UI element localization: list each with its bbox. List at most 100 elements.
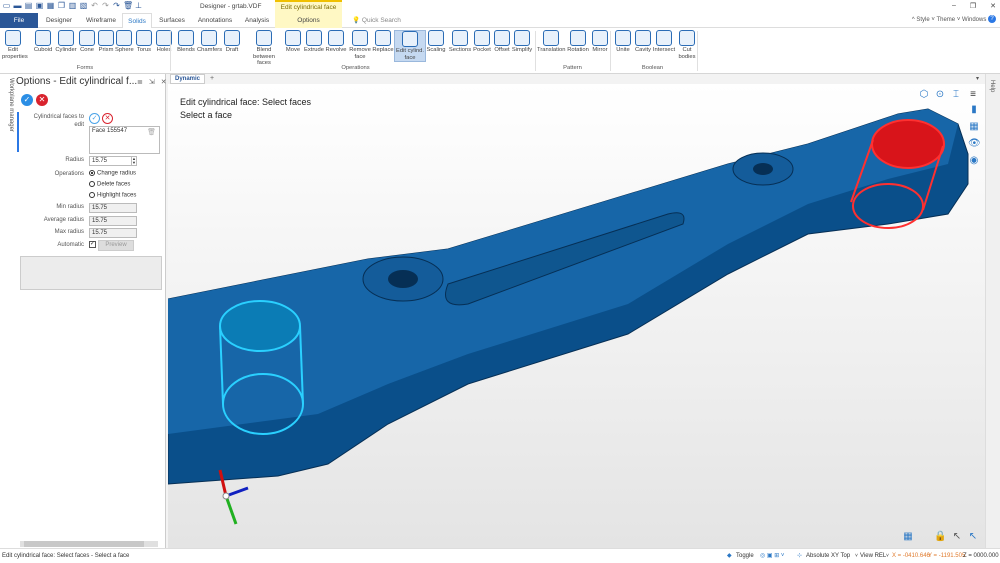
ribbon-button-sections[interactable]: Sections	[448, 30, 472, 54]
preview-button[interactable]: Preview	[98, 240, 134, 251]
ribbon-button-revolve[interactable]: Revolve	[325, 30, 347, 54]
ribbon-button-translation[interactable]: Translation	[537, 30, 565, 54]
zoom-view-icon[interactable]: ⊙	[934, 89, 946, 101]
redo-alt-icon[interactable]: ↷	[112, 1, 121, 11]
ribbon-button-blends[interactable]: Blends	[176, 30, 196, 54]
tab-solids[interactable]: Solids	[122, 13, 152, 28]
help-side-tab[interactable]: Help	[989, 80, 995, 92]
save-all-icon[interactable]: ▤	[24, 1, 33, 11]
pointer-filter-icon[interactable]: ↖	[967, 531, 979, 543]
ribbon-button-unite[interactable]: Unite	[613, 30, 633, 54]
layout-grid-icon[interactable]: ▦	[902, 531, 914, 543]
quick-search[interactable]: 💡 Quick Search	[352, 13, 401, 28]
panel-scrollbar[interactable]	[20, 541, 158, 547]
3d-viewport[interactable]	[167, 84, 985, 548]
print-icon[interactable]: ▦	[46, 1, 55, 11]
close-button[interactable]: ✕	[990, 2, 996, 10]
view-selector[interactable]: View REL	[860, 549, 886, 563]
display-mode-icon[interactable]: ▮	[968, 104, 980, 116]
ribbon-button-edit-cylind-face[interactable]: Edit cylind. face	[394, 30, 426, 62]
radius-input[interactable]: 15.75	[89, 156, 137, 166]
pin-icon[interactable]: ⇲	[149, 78, 155, 86]
minimize-button[interactable]: –	[952, 2, 956, 10]
ribbon-button-extrude[interactable]: Extrude	[303, 30, 325, 54]
hide-icon[interactable]: ◉	[968, 155, 980, 167]
add-tab-icon[interactable]: +	[210, 75, 214, 82]
open-icon[interactable]: ▬	[13, 1, 22, 11]
help-icon[interactable]: ?	[988, 15, 996, 24]
tab-options[interactable]: Options	[275, 13, 342, 28]
ribbon-button-replace[interactable]: Replace	[372, 30, 394, 54]
import-icon[interactable]: ▧	[79, 1, 88, 11]
ribbon-button-torus[interactable]: Torus	[135, 30, 153, 54]
automatic-checkbox[interactable]: ✓	[89, 241, 96, 248]
radius-spinner[interactable]: ▲ ▼	[131, 156, 137, 166]
style-menu[interactable]: ^ Style	[912, 17, 930, 23]
ribbon-button-cuboid[interactable]: Cuboid	[32, 30, 54, 54]
ribbon-button-intersect[interactable]: Intersect	[651, 30, 677, 54]
measure-icon[interactable]: ⊥	[134, 1, 143, 11]
ribbon-button-cylinder[interactable]: Cylinder	[55, 30, 77, 54]
paste-icon[interactable]: ▥	[68, 1, 77, 11]
windows-menu[interactable]: ˅ Windows	[957, 17, 987, 23]
ribbon-button-cone[interactable]: Cone	[78, 30, 96, 54]
ribbon-button-sphere[interactable]: Sphere	[115, 30, 134, 54]
ribbon-button-draft[interactable]: Draft	[223, 30, 241, 54]
ribbon-button-mirror[interactable]: Mirror	[590, 30, 610, 54]
tab-wireframe[interactable]: Wireframe	[80, 13, 122, 28]
ribbon-button-cut-bodies[interactable]: Cut bodies	[677, 30, 697, 60]
select-faces-icon[interactable]: ✓	[89, 113, 100, 124]
undo-icon[interactable]: ↶	[90, 1, 99, 11]
radio-delete-faces[interactable]: Delete faces	[89, 181, 130, 188]
ribbon-button-pocket[interactable]: Pocket	[472, 30, 492, 54]
toggle-button[interactable]: Toggle	[736, 549, 754, 563]
ribbon-button-edit-properties[interactable]: Edit properties	[2, 30, 28, 60]
tab-analysis[interactable]: Analysis	[240, 13, 274, 28]
ribbon-button-blend-between-faces[interactable]: Blend between faces	[247, 30, 281, 67]
clear-faces-icon[interactable]: ✕	[102, 113, 113, 124]
ok-button[interactable]: ✓	[21, 94, 33, 106]
cancel-button[interactable]: ✕	[36, 94, 48, 106]
redo-icon[interactable]: ↷	[101, 1, 110, 11]
save-icon[interactable]: ▣	[35, 1, 44, 11]
ribbon-button-cavity[interactable]: Cavity	[633, 30, 653, 54]
lock-select-icon[interactable]: 🔒	[934, 531, 946, 543]
ribbon-button-move[interactable]: Move	[284, 30, 302, 54]
copy-icon[interactable]: ❐	[57, 1, 66, 11]
new-icon[interactable]: ▭	[2, 1, 11, 11]
visibility-icon[interactable]: 👁	[968, 138, 981, 150]
unite-icon	[615, 30, 631, 46]
panel-close-icon[interactable]: ✕	[161, 78, 167, 86]
delete-icon[interactable]: 🗑	[123, 1, 133, 11]
hamburger-menu-icon[interactable]: ≡	[967, 89, 979, 101]
snap-icon[interactable]: ◎ ▣ ⊞ ˅	[760, 549, 784, 563]
radio-change-radius[interactable]: Change radius	[89, 170, 136, 177]
grid-view-icon[interactable]: ▦	[968, 121, 980, 133]
ribbon-button-remove-face[interactable]: Remove face	[348, 30, 372, 60]
ribbon-button-scaling[interactable]: Scaling	[425, 30, 447, 54]
faces-list[interactable]: Face 155547 🗑	[89, 126, 160, 154]
toggle-icon[interactable]: ◆	[727, 549, 732, 563]
workplane-manager-tab[interactable]: Workplane manager	[2, 78, 14, 152]
radio-highlight-faces[interactable]: Highlight faces	[89, 192, 136, 199]
plane-selector[interactable]: Absolute XY Top	[806, 549, 850, 563]
ribbon-button-label: Scaling	[426, 47, 446, 53]
ribbon-button-simplify[interactable]: Simplify	[510, 30, 534, 54]
tab-file[interactable]: File	[0, 13, 38, 28]
menu-icon[interactable]: ≣	[137, 78, 143, 86]
pointer-icon[interactable]: ↖	[951, 531, 963, 543]
fit-view-icon[interactable]: ⌶	[950, 89, 962, 101]
viewport-dropdown-icon[interactable]: ▾	[976, 75, 979, 82]
tab-designer[interactable]: Designer	[40, 13, 78, 28]
ribbon-button-prism[interactable]: Prism	[97, 30, 115, 54]
theme-menu[interactable]: ˅ Theme	[931, 17, 955, 23]
ribbon-button-chamfers[interactable]: Chamfers	[197, 30, 222, 54]
ribbon-button-offset[interactable]: Offset	[492, 30, 512, 54]
tab-annotations[interactable]: Annotations	[192, 13, 238, 28]
view-cube-icon[interactable]: ⬡	[918, 89, 930, 101]
ribbon-button-rotation[interactable]: Rotation	[566, 30, 590, 54]
trash-icon[interactable]: 🗑	[147, 128, 156, 136]
document-tab-dynamic[interactable]: Dynamic	[170, 74, 206, 84]
restore-button[interactable]: ❐	[970, 2, 976, 10]
tab-surfaces[interactable]: Surfaces	[155, 13, 189, 28]
